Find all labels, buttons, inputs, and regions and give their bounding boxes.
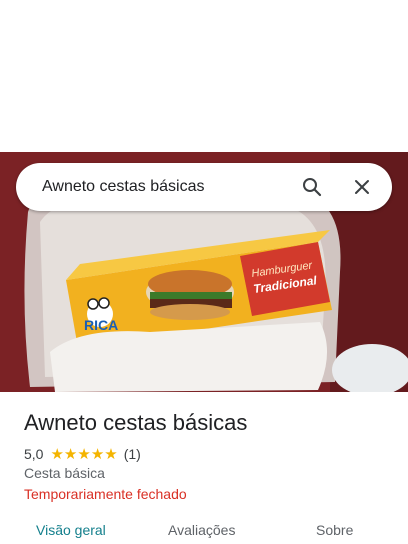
rating-row[interactable]: 5,0 ★ ★ ★ ★ ★ (1) [24, 444, 141, 464]
place-category: Cesta básica [24, 465, 105, 481]
review-count[interactable]: (1) [124, 446, 141, 462]
star-icon: ★ [50, 445, 64, 463]
rating-value: 5,0 [24, 446, 44, 462]
place-title: Awneto cestas básicas [24, 410, 248, 435]
star-icon: ★ [77, 445, 91, 463]
tab-reviews[interactable]: Avaliações [168, 522, 235, 538]
open-status: Temporariamente fechado [24, 486, 187, 502]
tab-about[interactable]: Sobre [316, 522, 353, 538]
search-input[interactable] [40, 177, 300, 197]
star-icon: ★ [90, 445, 105, 463]
place-tabs: Visão geral Avaliações Sobre [0, 522, 408, 544]
close-icon[interactable] [350, 175, 374, 199]
search-icon[interactable] [300, 175, 324, 199]
tab-overview[interactable]: Visão geral [36, 522, 106, 538]
star-icon: ★ [104, 445, 118, 463]
search-bar [16, 163, 392, 211]
star-icon: ★ [63, 445, 78, 463]
svg-text:RICA: RICA [84, 317, 118, 333]
rating-stars: ★ ★ ★ ★ ★ [50, 447, 117, 462]
